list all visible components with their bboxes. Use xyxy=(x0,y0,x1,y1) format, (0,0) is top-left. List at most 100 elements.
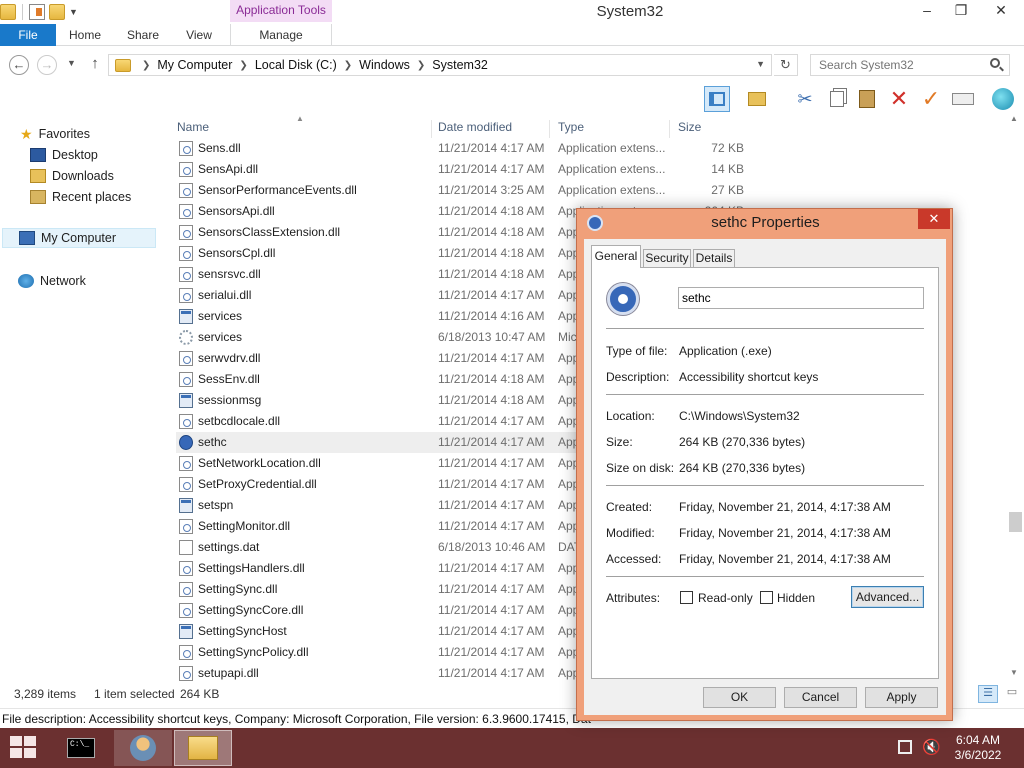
accessed-label: Accessed: xyxy=(606,552,662,566)
nav-label: Desktop xyxy=(52,148,98,162)
preview-pane-button[interactable] xyxy=(704,86,730,112)
computer-icon xyxy=(19,231,35,245)
breadcrumb-windows[interactable]: Windows xyxy=(359,58,410,72)
hidden-checkbox[interactable] xyxy=(760,591,773,604)
new-folder-button[interactable] xyxy=(744,86,770,112)
column-name[interactable]: Name xyxy=(177,120,432,138)
dll-file-icon xyxy=(179,519,193,534)
clock[interactable]: 6:04 AM 3/6/2022 xyxy=(940,733,1016,763)
scroll-down-icon[interactable]: ▼ xyxy=(1010,668,1018,677)
dll-file-icon xyxy=(179,162,193,177)
chevron-right-icon[interactable]: ❯ xyxy=(417,60,425,71)
tab-file[interactable]: File xyxy=(0,24,56,46)
file-date-modified: 6/18/2013 10:47 AM xyxy=(438,330,546,344)
toolbar-separator xyxy=(22,4,23,20)
maximize-button[interactable]: ❐ xyxy=(944,0,978,22)
vertical-scrollbar[interactable] xyxy=(1007,114,1024,682)
tab-security[interactable]: Security xyxy=(643,249,691,267)
file-size: 27 KB xyxy=(711,183,744,197)
type-value: Application (.exe) xyxy=(679,344,772,358)
chevron-right-icon[interactable]: ❯ xyxy=(142,60,150,71)
file-date-modified: 11/21/2014 4:17 AM xyxy=(438,456,545,470)
chevron-right-icon[interactable]: ❯ xyxy=(239,60,247,71)
breadcrumb-system32[interactable]: System32 xyxy=(432,58,488,72)
minimize-button[interactable]: – xyxy=(910,0,944,22)
address-dropdown-icon[interactable]: ▼ xyxy=(756,59,765,69)
file-date-modified: 11/21/2014 4:18 AM xyxy=(438,267,545,281)
taskbar-app-users[interactable] xyxy=(114,730,172,766)
copy-button[interactable] xyxy=(824,86,850,112)
ok-button[interactable]: OK xyxy=(703,687,776,708)
file-name: serwvdrv.dll xyxy=(198,351,261,365)
tab-details[interactable]: Details xyxy=(693,249,735,267)
search-icon[interactable] xyxy=(990,58,1000,68)
delete-button[interactable]: ✕ xyxy=(886,86,912,112)
nav-item-desktop[interactable]: Desktop xyxy=(30,146,98,164)
action-center-icon[interactable] xyxy=(898,740,912,754)
file-row[interactable]: Sens.dll 11/21/2014 4:17 AM Application ex… xyxy=(176,138,756,159)
file-name: SettingSyncCore.dll xyxy=(198,603,304,617)
file-row[interactable]: SensApi.dll 11/21/2014 4:17 AM Application… xyxy=(176,159,756,180)
read-only-checkbox[interactable] xyxy=(680,591,693,604)
paste-button[interactable] xyxy=(854,86,880,112)
cancel-button[interactable]: Cancel xyxy=(784,687,857,708)
globe-button[interactable] xyxy=(990,86,1016,112)
large-icons-view-button[interactable]: ▭ xyxy=(1002,685,1022,703)
apply-button[interactable]: Apply xyxy=(865,687,938,708)
column-size[interactable]: Size xyxy=(678,120,758,138)
tab-manage[interactable]: Manage xyxy=(230,24,332,46)
file-type: Application extens... xyxy=(558,141,666,155)
file-date-modified: 11/21/2014 4:17 AM xyxy=(438,498,545,512)
taskbar-app-file-explorer[interactable] xyxy=(174,730,232,766)
folder-check-icon xyxy=(748,92,766,106)
properties-icon[interactable] xyxy=(29,4,45,20)
nav-item-network[interactable]: Network xyxy=(18,272,86,290)
tab-view[interactable]: View xyxy=(174,24,224,46)
forward-button[interactable]: → xyxy=(37,55,57,75)
new-folder-icon[interactable] xyxy=(49,4,65,20)
file-name-field[interactable] xyxy=(678,287,924,309)
search-input[interactable] xyxy=(810,54,1010,76)
breadcrumb-local-disk[interactable]: Local Disk (C:) xyxy=(255,58,337,72)
nav-item-my-computer[interactable]: My Computer xyxy=(2,228,156,248)
dll-file-icon xyxy=(179,582,193,597)
close-button[interactable]: ✕ xyxy=(978,0,1024,22)
start-button[interactable] xyxy=(10,736,38,760)
nav-label: Recent places xyxy=(52,190,132,204)
application-icon xyxy=(179,393,193,408)
file-name: setspn xyxy=(198,498,234,512)
refresh-button[interactable]: ↻ xyxy=(774,54,798,76)
nav-item-recent-places[interactable]: Recent places xyxy=(30,188,131,206)
window-controls: – ❐ ✕ xyxy=(910,0,1024,22)
tab-general[interactable]: General xyxy=(591,245,641,268)
back-button[interactable]: ← xyxy=(9,55,29,75)
details-view-button[interactable]: ☰ xyxy=(978,685,998,703)
scrollbar-thumb[interactable] xyxy=(1009,512,1022,532)
rename-button[interactable] xyxy=(950,86,976,112)
column-date-modified[interactable]: Date modified xyxy=(438,120,550,138)
tab-share[interactable]: Share xyxy=(116,24,170,46)
hidden-label[interactable]: Hidden xyxy=(777,591,815,605)
file-row[interactable]: SensorPerformanceEvents.dll 11/21/2014 3:… xyxy=(176,180,756,201)
cut-button[interactable]: ✂ xyxy=(792,86,818,112)
speaker-muted-icon[interactable]: 🔇 xyxy=(922,738,941,756)
network-icon xyxy=(18,274,34,288)
tab-home[interactable]: Home xyxy=(58,24,112,46)
address-bar[interactable]: ❯ My Computer ❯ Local Disk (C:) ❯ Window… xyxy=(108,54,772,76)
nav-item-downloads[interactable]: Downloads xyxy=(30,167,114,185)
nav-item-favorites[interactable]: ★ Favorites xyxy=(20,125,90,143)
customize-dropdown-icon[interactable]: ▼ xyxy=(69,7,78,17)
up-button[interactable]: ↑ xyxy=(86,55,104,72)
users-icon xyxy=(130,735,156,761)
check-button[interactable]: ✓ xyxy=(918,86,944,112)
read-only-label[interactable]: Read-only xyxy=(698,591,753,605)
scroll-up-icon[interactable]: ▲ xyxy=(1010,114,1018,123)
dialog-close-button[interactable]: ✕ xyxy=(918,209,950,229)
breadcrumb-my-computer[interactable]: My Computer xyxy=(157,58,232,72)
recent-locations-icon[interactable]: ▼ xyxy=(67,58,76,68)
taskbar-app-command-prompt[interactable]: C:\_ xyxy=(52,730,110,766)
accessibility-icon xyxy=(607,283,639,315)
advanced-button[interactable]: Advanced... xyxy=(851,586,924,608)
chevron-right-icon[interactable]: ❯ xyxy=(344,60,352,71)
column-type[interactable]: Type xyxy=(558,120,670,138)
